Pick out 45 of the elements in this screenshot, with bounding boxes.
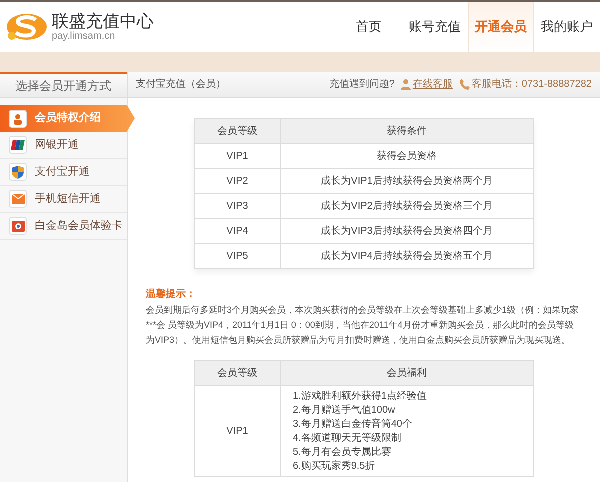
table-cell: VIP4 xyxy=(194,218,280,244)
person-icon xyxy=(9,110,27,128)
site-domain: pay.limsam.cn xyxy=(52,32,116,42)
sidebar-item[interactable]: 网银开通 xyxy=(0,132,127,159)
benefit-item: 5.每月有会员专属比赛 xyxy=(293,446,392,460)
table-cell: 成长为VIP1后持续获得会员资格两个月 xyxy=(280,168,534,194)
table-cell: 成长为VIP2后持续获得会员资格三个月 xyxy=(280,194,534,218)
table-header-cell: 会员等级 xyxy=(194,360,280,386)
sidebar-item[interactable]: 手机短信开通 xyxy=(0,186,127,213)
help-question: 充值遇到问题? xyxy=(329,78,395,92)
nav-tab[interactable]: 首页 xyxy=(336,2,402,52)
card-icon xyxy=(9,136,27,154)
table-cell: VIP3 xyxy=(194,194,280,218)
service-phone: 客服电话：0731-88887282 xyxy=(472,78,592,92)
table-header-cell: 会员福利 xyxy=(280,360,534,386)
sidebar-item[interactable]: 白金岛会员体验卡 xyxy=(0,213,127,240)
nav-tab[interactable]: 账号充值 xyxy=(402,2,468,52)
table-header-cell: 会员等级 xyxy=(194,118,280,144)
notice-title: 温馨提示： xyxy=(146,288,197,302)
table-cell: VIP5 xyxy=(194,244,280,268)
table-cell: VIP1 xyxy=(194,386,280,476)
shield-icon xyxy=(9,163,27,181)
sidebar-title: 选择会员开通方式 xyxy=(0,72,127,98)
table-cell: VIP2 xyxy=(194,168,280,194)
table-cell: 成长为VIP3后持续获得会员资格四个月 xyxy=(280,218,534,244)
table-cell: 成长为VIP4后持续获得会员资格五个月 xyxy=(280,244,534,268)
logo-icon xyxy=(6,12,48,42)
benefit-item: 6.购买玩家秀9.5折 xyxy=(293,460,376,474)
phone-icon xyxy=(460,79,470,90)
ticket-icon xyxy=(9,217,27,235)
breadcrumb: 支付宝充值（会员） xyxy=(136,78,227,92)
online-service-link[interactable]: 在线客服 xyxy=(412,77,453,92)
table-cell: 获得会员资格 xyxy=(280,144,534,168)
benefit-item: 1.游戏胜利额外获得1点经验值 xyxy=(293,390,428,404)
nav-tab[interactable]: 我的账户 xyxy=(534,2,600,52)
sidebar-item[interactable]: 支付宝开通 xyxy=(0,159,127,186)
table-cell: VIP1 xyxy=(194,144,280,168)
envelope-icon xyxy=(9,190,27,208)
table-header-cell: 获得条件 xyxy=(280,118,534,144)
benefit-item: 2.每月赠送手气值100w xyxy=(293,404,396,418)
benefit-item: 3.每月赠送白金传音筒40个 xyxy=(293,418,414,432)
person-icon xyxy=(400,79,411,90)
benefit-item: 4.各频道聊天无等级限制 xyxy=(293,432,402,446)
site-title: 联盛充值中心 xyxy=(52,12,154,30)
notice-text: 会员到期后每多延时3个月购买会员，本次购买获得的会员等级在上次会等级基础上多减少1级（例：如果玩家***会 员等级为VIP4，2011年1月1日 0：00到期，当他在2011年4月份才重新购买会员，那么此时的会员等级为VIP3）。使用短信包月购买会员所获赠品为每月扣费时赠送，使用白金点购买会员所获赠品为现买现送。 xyxy=(146,304,580,347)
